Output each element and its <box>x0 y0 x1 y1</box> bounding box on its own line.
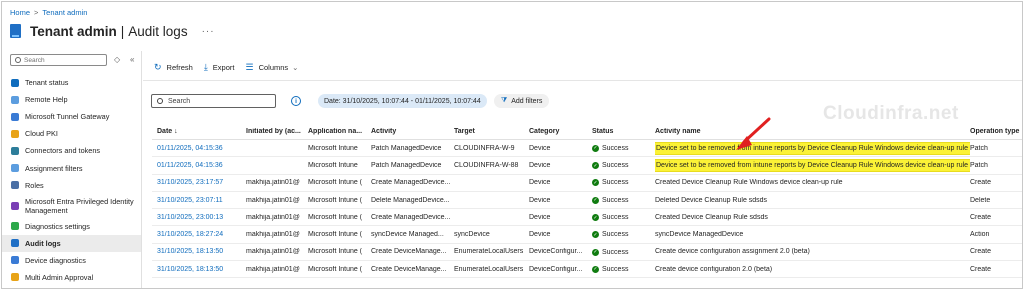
annotation-arrow <box>736 117 771 150</box>
portal-frame: Home > Tenant admin Tenant admin | Audit l… <box>1 1 1023 289</box>
